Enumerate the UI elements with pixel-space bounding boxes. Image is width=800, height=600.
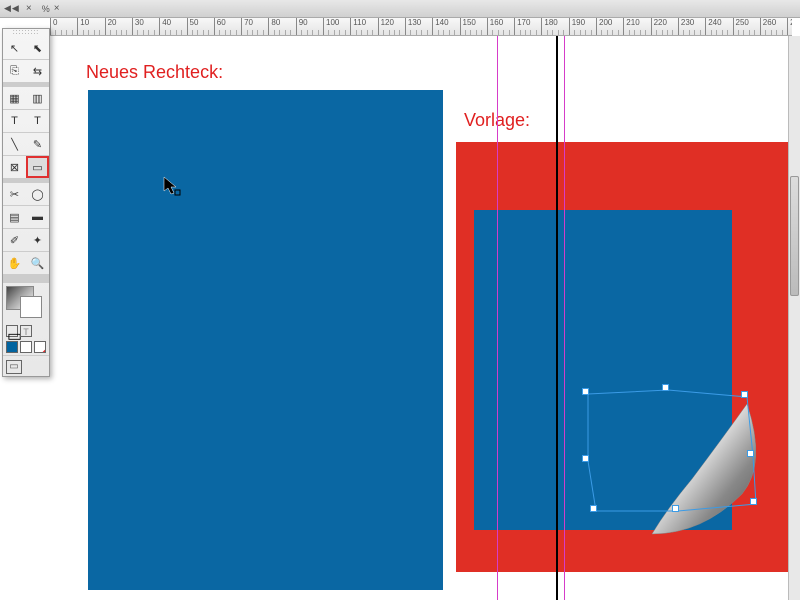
guide-black[interactable] (556, 36, 558, 600)
type-path-tool[interactable]: T (26, 110, 49, 132)
tab-close-icon-2[interactable]: × (54, 3, 60, 14)
ruler-tick: 260 (760, 18, 776, 36)
selection-tool[interactable]: ↖ (3, 37, 26, 59)
selection-handle[interactable] (750, 498, 757, 505)
ruler-tick: 210 (623, 18, 639, 36)
hand-tool[interactable]: ✋ (3, 252, 26, 274)
guide-magenta-2[interactable] (564, 36, 565, 600)
tab-percent-label: % (42, 4, 50, 14)
free-transform-tool[interactable]: ◯ (26, 183, 49, 205)
note-tool[interactable]: ▤ (3, 206, 26, 228)
line-tool[interactable]: ╲ (3, 133, 26, 155)
selection-handle[interactable] (662, 384, 669, 391)
type-tool[interactable]: T (3, 110, 26, 132)
gap-tool[interactable]: ⇆ (26, 60, 49, 82)
tools-panel: ::::::::: ↖⬉⎘⇆▦▥TT╲✎⊠▭✂◯▤▬✐✦✋🔍 ▭ T ▭ (2, 28, 50, 377)
page-curl-shape[interactable] (622, 384, 782, 539)
document-canvas[interactable]: Neues Rechteck: Vorlage: (50, 36, 788, 600)
guide-magenta-1[interactable] (497, 36, 498, 600)
page-tool[interactable]: ⎘ (3, 60, 26, 82)
horizontal-ruler: 0102030405060708090100110120130140150160… (50, 18, 792, 36)
direct-select-tool[interactable]: ⬉ (26, 37, 49, 59)
selection-handle[interactable] (747, 450, 754, 457)
ruler-tick: 190 (569, 18, 585, 36)
content-tool[interactable]: ▦ (3, 87, 26, 109)
new-rectangle-label: Neues Rechteck: (86, 62, 223, 83)
selection-handle[interactable] (590, 505, 597, 512)
selection-handle[interactable] (741, 391, 748, 398)
title-bar: ◀◀ × % × (0, 0, 800, 18)
selection-handle[interactable] (582, 388, 589, 395)
color-theme-tool[interactable]: ✦ (26, 229, 49, 251)
rectangle-tool[interactable]: ▭ (26, 156, 49, 178)
ruler-tick: 270 (787, 18, 792, 36)
eyedropper-tool[interactable]: ✐ (3, 229, 26, 251)
zoom-tool[interactable]: 🔍 (26, 252, 49, 274)
ruler-tick: 160 (487, 18, 503, 36)
toolbox-grip-icon[interactable]: ::::::::: (3, 29, 49, 37)
ruler-tick: 200 (596, 18, 612, 36)
ruler-tick: 150 (460, 18, 476, 36)
scissors-tool[interactable]: ✂ (3, 183, 26, 205)
new-rectangle-shape[interactable] (88, 90, 443, 590)
formatting-container-icon[interactable]: ▭ (6, 325, 18, 337)
apply-none-swatch[interactable] (34, 341, 46, 353)
content-grabber-tool[interactable]: ▥ (26, 87, 49, 109)
selection-handle[interactable] (582, 455, 589, 462)
tab-arrows-icon[interactable]: ◀◀ (4, 3, 20, 14)
frame-tool[interactable]: ⊠ (3, 156, 26, 178)
gradient-tool[interactable]: ▬ (26, 206, 49, 228)
ruler-tick: 170 (514, 18, 530, 36)
apply-color-swatch[interactable] (6, 341, 18, 353)
pen-tool[interactable]: ✎ (26, 133, 49, 155)
tab-close-icon[interactable]: × (26, 3, 32, 14)
ruler-tick: 220 (651, 18, 667, 36)
stroke-swatch[interactable] (20, 296, 42, 318)
ruler-tick: 110 (350, 18, 366, 36)
ruler-tick: 140 (432, 18, 448, 36)
vertical-scrollbar[interactable] (788, 36, 800, 600)
ruler-tick: 240 (705, 18, 721, 36)
cursor-icon (163, 176, 181, 201)
ruler-tick: 250 (733, 18, 749, 36)
selection-handle[interactable] (672, 505, 679, 512)
screen-mode-icon[interactable]: ▭ (6, 360, 22, 374)
apply-gradient-swatch[interactable] (20, 341, 32, 353)
ruler-tick: 230 (678, 18, 694, 36)
ruler-tick: 100 (323, 18, 339, 36)
ruler-tick: 180 (541, 18, 557, 36)
formatting-text-icon[interactable]: T (20, 325, 32, 337)
ruler-tick: 120 (378, 18, 394, 36)
ruler-tick: 130 (405, 18, 421, 36)
scrollbar-thumb[interactable] (790, 176, 799, 296)
